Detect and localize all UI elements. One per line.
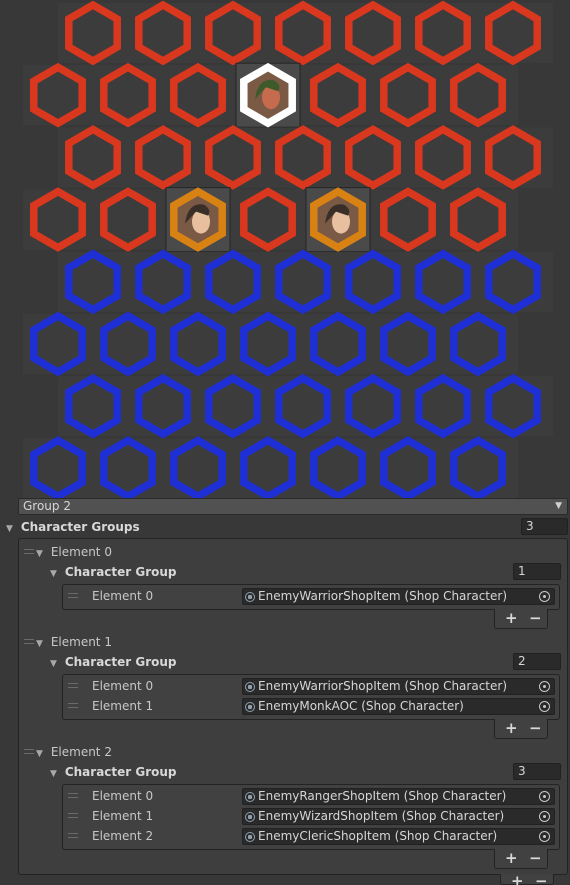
object-picker-icon[interactable] — [539, 701, 550, 712]
element-label: Element 2 — [50, 745, 112, 759]
item-label: Element 1 — [92, 809, 154, 823]
element-label: Element 0 — [50, 545, 112, 559]
scriptable-object-icon — [245, 792, 255, 802]
list-add-remove-buttons: + − — [494, 719, 548, 739]
object-picker-icon[interactable] — [539, 791, 550, 802]
drag-handle-icon[interactable] — [68, 703, 78, 708]
add-element-button[interactable]: + — [505, 719, 518, 737]
remove-element-button[interactable]: − — [529, 719, 542, 737]
hex-row-backdrop — [58, 3, 553, 63]
character-group-size-field[interactable]: 3 — [513, 763, 561, 780]
object-field-value: EnemyClericShopItem (Shop Character) — [258, 829, 498, 843]
foldout-arrow-icon[interactable]: ▼ — [36, 545, 47, 563]
object-picker-icon[interactable] — [539, 681, 550, 692]
hex-row-backdrop — [58, 251, 553, 312]
drag-handle-icon[interactable] — [24, 639, 34, 644]
item-label: Element 0 — [92, 589, 154, 603]
hex-grid-canvas[interactable] — [0, 0, 570, 498]
character-groups-size-field[interactable]: 3 — [521, 518, 568, 535]
scriptable-object-icon — [245, 832, 255, 842]
element-0-foldout[interactable]: ▼ Element 0 — [36, 543, 112, 561]
object-field-value: EnemyRangerShopItem (Shop Character) — [258, 789, 507, 803]
item-label: Element 1 — [92, 699, 154, 713]
remove-element-button[interactable]: − — [529, 849, 542, 867]
hex-grid[interactable] — [0, 0, 570, 498]
group-dropdown-value: Group 2 — [23, 499, 71, 513]
drag-handle-icon[interactable] — [68, 593, 78, 598]
shop-character-object-field[interactable]: EnemyWarriorShopItem (Shop Character) — [242, 588, 555, 605]
element-0-character-group-foldout[interactable]: ▼ Character Group — [50, 563, 177, 581]
add-element-button[interactable]: + — [505, 849, 518, 867]
drag-handle-icon[interactable] — [24, 549, 34, 554]
character-group-label: Character Group — [64, 565, 177, 579]
add-element-button[interactable]: + — [505, 609, 518, 627]
scriptable-object-icon — [245, 592, 255, 602]
object-field-value: EnemyWarriorShopItem (Shop Character) — [258, 589, 507, 603]
drag-handle-icon[interactable] — [68, 793, 78, 798]
object-picker-icon[interactable] — [539, 811, 550, 822]
drag-handle-icon[interactable] — [68, 833, 78, 838]
foldout-arrow-icon[interactable]: ▼ — [50, 565, 61, 583]
character-group-label: Character Group — [64, 655, 177, 669]
hex-row-backdrop — [23, 314, 518, 374]
drag-handle-icon[interactable] — [68, 683, 78, 688]
element-2-foldout[interactable]: ▼ Element 2 — [36, 743, 112, 761]
hex-row-backdrop — [58, 127, 553, 188]
hex-row-backdrop — [23, 189, 518, 250]
list-add-remove-buttons: + − — [494, 609, 548, 629]
foldout-arrow-icon[interactable]: ▼ — [6, 520, 17, 538]
scriptable-object-icon — [245, 812, 255, 822]
item-label: Element 2 — [92, 829, 154, 843]
character-group-size-field[interactable]: 2 — [513, 653, 561, 670]
character-group-size-field[interactable]: 1 — [513, 563, 561, 580]
foldout-arrow-icon[interactable]: ▼ — [36, 635, 47, 653]
foldout-arrow-icon[interactable]: ▼ — [50, 765, 61, 783]
element-1-foldout[interactable]: ▼ Element 1 — [36, 633, 112, 651]
outer-list-add-remove-buttons: + − — [500, 874, 554, 885]
character-groups-foldout[interactable]: ▼ Character Groups — [6, 518, 140, 536]
hex-row-backdrop — [58, 376, 553, 437]
list-add-remove-buttons: + − — [494, 849, 548, 869]
item-label: Element 0 — [92, 789, 154, 803]
shop-character-object-field[interactable]: EnemyClericShopItem (Shop Character) — [242, 828, 555, 845]
object-field-value: EnemyWarriorShopItem (Shop Character) — [258, 679, 507, 693]
shop-character-object-field[interactable]: EnemyWarriorShopItem (Shop Character) — [242, 678, 555, 695]
character-groups-label: Character Groups — [20, 520, 140, 534]
group-dropdown[interactable]: Group 2 ▼ — [18, 498, 568, 515]
add-character-group-button[interactable]: + — [511, 874, 524, 885]
drag-handle-icon[interactable] — [24, 749, 34, 754]
character-group-label: Character Group — [64, 765, 177, 779]
shop-character-object-field[interactable]: EnemyWizardShopItem (Shop Character) — [242, 808, 555, 825]
item-label: Element 0 — [92, 679, 154, 693]
remove-element-button[interactable]: − — [529, 609, 542, 627]
scriptable-object-icon — [245, 682, 255, 692]
shop-character-object-field[interactable]: EnemyRangerShopItem (Shop Character) — [242, 788, 555, 805]
hex-row-backdrop — [23, 438, 518, 498]
drag-handle-icon[interactable] — [68, 813, 78, 818]
chevron-down-icon: ▼ — [555, 501, 562, 511]
object-picker-icon[interactable] — [539, 591, 550, 602]
shop-character-object-field[interactable]: EnemyMonkAOC (Shop Character) — [242, 698, 555, 715]
scriptable-object-icon — [245, 702, 255, 712]
object-field-value: EnemyWizardShopItem (Shop Character) — [258, 809, 505, 823]
element-label: Element 1 — [50, 635, 112, 649]
object-field-value: EnemyMonkAOC (Shop Character) — [258, 699, 464, 713]
element-1-character-group-foldout[interactable]: ▼ Character Group — [50, 653, 177, 671]
remove-character-group-button[interactable]: − — [535, 874, 548, 885]
foldout-arrow-icon[interactable]: ▼ — [36, 745, 47, 763]
element-2-character-group-foldout[interactable]: ▼ Character Group — [50, 763, 177, 781]
object-picker-icon[interactable] — [539, 831, 550, 842]
foldout-arrow-icon[interactable]: ▼ — [50, 655, 61, 673]
